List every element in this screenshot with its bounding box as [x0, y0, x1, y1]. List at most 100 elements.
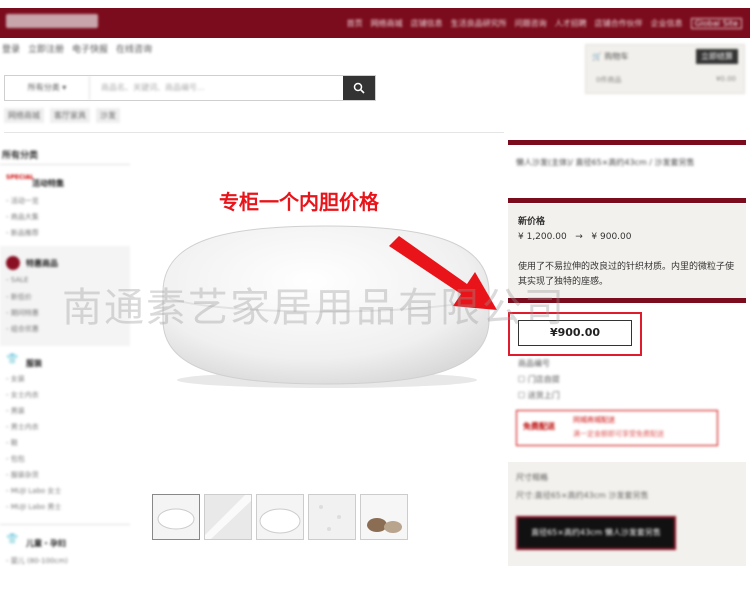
search-button[interactable]	[343, 76, 375, 100]
thumbnail-strip	[152, 494, 408, 540]
sidebar-item[interactable]: - MUJI Labo 女士	[6, 486, 61, 496]
sidebar-item-label: 包包	[10, 455, 25, 463]
price-change: ¥ 1,200.00 → ¥ 900.00	[518, 232, 631, 242]
sidebar-item[interactable]: - MUJI Labo 男士	[6, 502, 61, 512]
kids-icon: 👕	[6, 534, 19, 545]
sidebar-item[interactable]: - 包包	[6, 454, 25, 464]
thumbnail-image	[361, 495, 407, 539]
sidebar-item-label: 女装	[10, 375, 25, 383]
thumbnail[interactable]	[152, 494, 200, 540]
sidebar-item-label: 活动一览	[10, 197, 39, 205]
thumbnail[interactable]	[360, 494, 408, 540]
product-info-panel: 懒人沙发(主体)/ 直径65×高约43cm / 沙发套另售 新价格 ¥ 1,20…	[508, 140, 746, 580]
thumbnail-image	[259, 508, 301, 534]
coupon-line: 同城商城配送	[573, 416, 615, 424]
sidebar-item[interactable]: - 男装	[6, 406, 25, 416]
price-arrow: →	[575, 232, 583, 242]
ship-option-label: 门店自提	[527, 375, 560, 384]
search-icon	[353, 82, 365, 94]
cart-count: 0件商品	[596, 76, 622, 84]
nav-store[interactable]: 网络商城	[371, 18, 403, 29]
top-header-bar: 首页 网络商城 店铺信息 生活良品研究所 问题咨询 人才招聘 店铺合作伙伴 企业…	[0, 8, 750, 38]
special-badge: SPECIAL	[6, 174, 34, 181]
nav-faq[interactable]: 问题咨询	[515, 18, 547, 29]
cart-label-text: 购物车	[604, 52, 629, 61]
sidebar-section-sale[interactable]: 特惠商品	[26, 258, 58, 269]
breadcrumb-item[interactable]: 网络商城	[4, 108, 44, 123]
ship-option[interactable]: ☐ 送货上门	[518, 390, 560, 401]
coupon-line: 满一定金额即可享受免费配送	[573, 430, 664, 438]
newsletter-link[interactable]: 电子快报	[72, 42, 108, 55]
cart-amount: ¥0.00	[715, 75, 736, 83]
nav-shops[interactable]: 店铺信息	[411, 18, 443, 29]
sidebar-section-special[interactable]: 活动特集	[32, 178, 64, 189]
price-label: 新价格	[518, 217, 546, 227]
annotation-text: 专柜一个内胆价格	[219, 190, 379, 214]
add-to-cart-button[interactable]: 直径65×高约43cm 懒人沙发套另售	[516, 516, 676, 550]
sidebar-item[interactable]: - 期间特惠	[6, 308, 39, 318]
divider	[0, 524, 130, 525]
sidebar-item[interactable]: - SALE	[6, 276, 28, 284]
divider	[4, 132, 504, 133]
sidebar-item[interactable]: - 服装杂货	[6, 470, 39, 480]
sidebar-item-label: 女士内衣	[10, 391, 39, 399]
sidebar-item[interactable]: - 女士内衣	[6, 390, 39, 400]
nav-research[interactable]: 生活良品研究所	[451, 18, 507, 29]
online-consult-link[interactable]: 在线咨询	[116, 42, 152, 55]
sidebar-item[interactable]: - 男士内衣	[6, 422, 39, 432]
nav-company[interactable]: 企业信息	[651, 18, 683, 29]
nav-jobs[interactable]: 人才招聘	[555, 18, 587, 29]
sidebar-item-label: 男士内衣	[10, 423, 39, 431]
thumbnail-image	[205, 495, 251, 539]
sidebar-item[interactable]: - 活动一览	[6, 196, 39, 206]
sidebar-section-kids[interactable]: 儿童・孕妇	[26, 538, 66, 549]
search-input[interactable]: 商品名、关键词、商品编号...	[101, 76, 205, 100]
sidebar-item[interactable]: - 婴儿 (80-100cm)	[6, 556, 68, 566]
nav-global-site[interactable]: Global Site	[690, 17, 742, 29]
ship-option-label: 送货上门	[527, 391, 560, 400]
breadcrumb: 网络商城 客厅家具 沙发	[4, 108, 120, 123]
stock-label: 商品编号	[518, 359, 550, 368]
sidebar-item[interactable]: - 新品推荐	[6, 228, 39, 238]
thumbnail[interactable]	[204, 494, 252, 540]
sidebar-item-label: 婴儿 (80-100cm)	[10, 557, 68, 565]
new-price: ¥ 900.00	[591, 232, 632, 242]
size-box: 尺寸规格 尺寸:直径65×高约43cm 沙发套另售 直径65×高约43cm 懒人…	[508, 462, 746, 566]
brand-logo[interactable]	[6, 14, 98, 28]
breadcrumb-item[interactable]: 客厅家具	[50, 108, 90, 123]
sidebar-item[interactable]: - 女装	[6, 374, 25, 384]
sidebar-section-clothing[interactable]: 服装	[26, 358, 42, 369]
checkout-button[interactable]: 立即结算	[696, 49, 738, 64]
register-link[interactable]: 立即注册	[28, 42, 64, 55]
sidebar-item-label: SALE	[10, 276, 29, 284]
sidebar-item-label: 组合优惠	[10, 325, 39, 333]
sidebar-item[interactable]: - 组合优惠	[6, 324, 39, 334]
nav-partners[interactable]: 店铺合作伙伴	[595, 18, 643, 29]
sidebar-item[interactable]: - 新低价	[6, 292, 32, 302]
nav-home[interactable]: 首页	[347, 18, 363, 29]
search-bar: 所有分类 ▾ 商品名、关键词、商品编号...	[4, 75, 376, 101]
thumbnail[interactable]	[308, 494, 356, 540]
login-link[interactable]: 登录	[2, 42, 20, 55]
size-value: 尺寸:直径65×高约43cm 沙发套另售	[516, 491, 649, 500]
divider	[508, 198, 746, 203]
old-price: ¥ 1,200.00	[518, 232, 567, 242]
size-label: 尺寸规格	[516, 473, 548, 482]
free-shipping-banner[interactable]: 免费配送 同城商城配送 满一定金额即可享受免费配送	[516, 410, 718, 446]
sidebar-item-label: MUJI Labo 女士	[10, 487, 62, 495]
sale-icon	[6, 256, 20, 270]
divider	[0, 164, 130, 165]
search-category-select[interactable]: 所有分类 ▾	[5, 76, 90, 100]
top-nav: 首页 网络商城 店铺信息 生活良品研究所 问题咨询 人才招聘 店铺合作伙伴 企业…	[347, 8, 742, 38]
sidebar-item-label: 新低价	[10, 293, 32, 301]
sidebar-title: 所有分类	[2, 151, 39, 161]
ship-option[interactable]: ☐ 门店自提	[518, 374, 560, 385]
divider	[508, 140, 746, 145]
breadcrumb-item[interactable]: 沙发	[96, 108, 120, 123]
coupon-label: 免费配送	[523, 422, 555, 431]
mini-cart: 🛒 购物车 立即结算 0件商品 ¥0.00	[585, 44, 745, 94]
sidebar-item[interactable]: - 鞋	[6, 438, 18, 448]
sidebar-item[interactable]: - 商品大集	[6, 212, 39, 222]
thumbnail[interactable]	[256, 494, 304, 540]
thumbnail-image	[309, 495, 355, 539]
